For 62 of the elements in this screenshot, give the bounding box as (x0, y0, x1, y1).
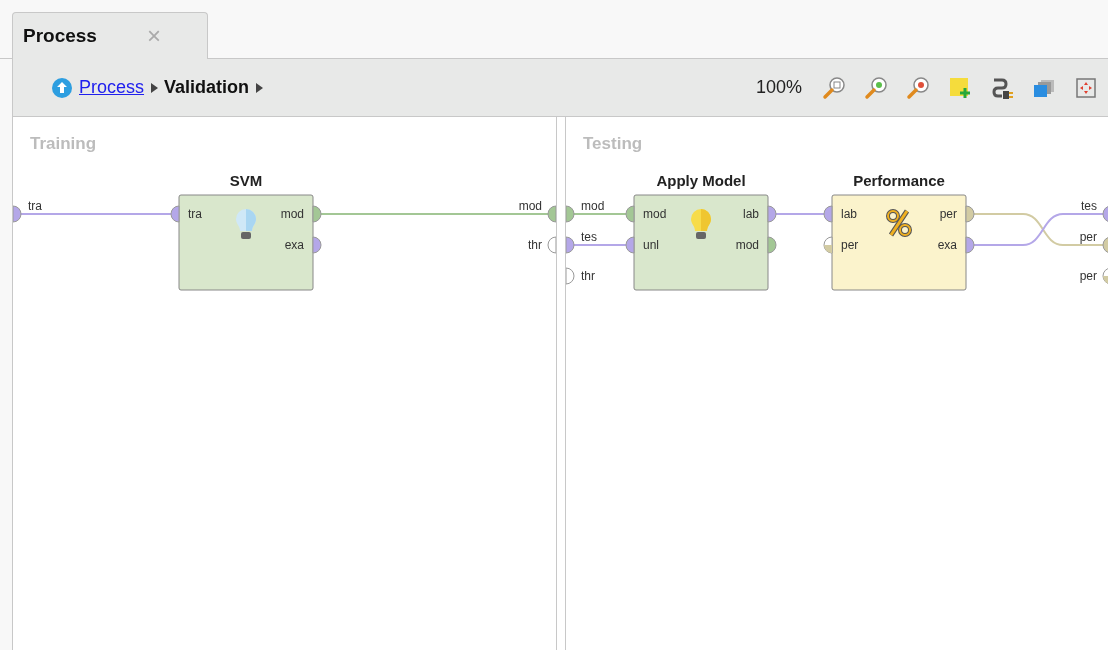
zoom-in-icon[interactable] (864, 75, 888, 100)
breadcrumb-item[interactable]: Validation (164, 77, 250, 98)
port (566, 205, 575, 223)
light-bulb-icon (236, 209, 256, 239)
port-label: lab (841, 207, 857, 221)
port-label: tra (188, 207, 202, 221)
percent-icon (886, 209, 912, 237)
port-label: per (1079, 269, 1097, 283)
operator-box[interactable] (633, 194, 769, 291)
port-label: tes (581, 230, 597, 244)
operator-title: Apply Model (656, 172, 746, 189)
port (547, 236, 556, 254)
port (1102, 236, 1108, 254)
panel-title: Testing (583, 134, 643, 154)
port-label: mod (518, 199, 542, 213)
panel-title: Training (30, 134, 97, 154)
port (170, 205, 180, 223)
fit-frame-icon[interactable] (1074, 75, 1098, 100)
port-label: per (841, 238, 859, 252)
operator-box[interactable] (831, 194, 967, 291)
operator-box[interactable] (178, 194, 314, 291)
port (13, 205, 22, 223)
port-label: per (939, 207, 957, 221)
caret-icon[interactable] (255, 82, 264, 93)
port (823, 205, 833, 223)
port-label: thr (528, 238, 542, 252)
port (767, 236, 777, 254)
port-label: exa (284, 238, 304, 252)
port-label: exa (937, 238, 957, 252)
tab-label: Process (23, 25, 97, 47)
port-label: tra (28, 199, 42, 213)
port (312, 205, 322, 223)
light-bulb-icon (691, 209, 711, 239)
port (767, 205, 777, 223)
operator-title: SVM (229, 172, 263, 189)
port (566, 236, 575, 254)
operator-title: Performance (853, 172, 945, 189)
port-label: lab (743, 207, 759, 221)
port (312, 236, 322, 254)
connection-wire (775, 213, 825, 215)
port-label: thr (581, 269, 595, 283)
zoom-reset-icon[interactable] (822, 75, 846, 100)
zoom-out-icon[interactable] (906, 75, 930, 100)
port (965, 205, 975, 223)
port-label: mod (643, 207, 667, 221)
port-label: unl (643, 238, 659, 252)
port (566, 267, 575, 285)
caret-icon[interactable] (150, 82, 159, 93)
port (965, 236, 975, 254)
process-tab[interactable]: Process × (12, 12, 208, 59)
port-label: tes (1081, 199, 1097, 213)
port (1102, 205, 1108, 223)
port-label: mod (735, 238, 759, 252)
zoom-level: 100% (755, 77, 802, 98)
port-label: mod (581, 199, 605, 213)
breadcrumb-link[interactable]: Process (79, 77, 145, 98)
add-note-icon[interactable] (948, 75, 972, 100)
port-label: mod (280, 207, 304, 221)
port (547, 205, 556, 223)
port (625, 205, 635, 223)
port (625, 236, 635, 254)
port-label: per (1079, 230, 1097, 244)
